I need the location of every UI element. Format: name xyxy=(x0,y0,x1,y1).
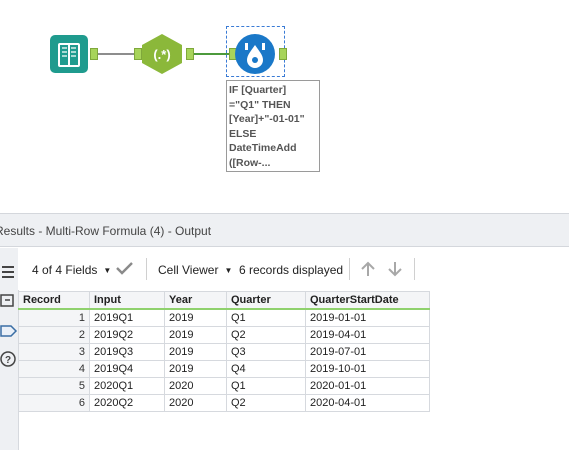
record-number: 5 xyxy=(18,377,90,395)
regex-tool[interactable]: (.*) xyxy=(140,33,184,75)
results-side-toolbar: ? xyxy=(0,248,19,450)
cell-year[interactable]: 2019 xyxy=(164,308,227,327)
chevron-down-icon: ▼ xyxy=(103,266,112,275)
cell-quarter[interactable]: Q2 xyxy=(226,394,306,412)
records-count: 6 records displayed xyxy=(239,263,344,277)
cell-year[interactable]: 2019 xyxy=(164,326,227,344)
multi-row-formula-icon xyxy=(245,43,265,68)
viewer-label: Cell Viewer xyxy=(158,263,219,277)
table-row[interactable]: 1 2019Q1 2019 Q1 2019-01-01 xyxy=(18,308,430,327)
table-row[interactable]: 2 2019Q2 2019 Q2 2019-04-01 xyxy=(18,326,430,344)
column-header-input[interactable]: Input xyxy=(89,291,165,310)
list-icon[interactable] xyxy=(0,263,18,283)
column-header-quarter[interactable]: Quarter xyxy=(226,291,306,310)
regex-icon: (.*) xyxy=(142,34,182,74)
tag-icon[interactable] xyxy=(0,321,18,341)
help-icon[interactable]: ? xyxy=(0,349,18,369)
toolbar-divider xyxy=(146,258,147,280)
cell-quarter[interactable]: Q1 xyxy=(226,308,306,327)
table-row[interactable]: 4 2019Q4 2019 Q4 2019-10-01 xyxy=(18,360,430,378)
column-header-quarterstartdate[interactable]: QuarterStartDate xyxy=(305,291,430,310)
table-row[interactable]: 5 2020Q1 2020 Q1 2020-01-01 xyxy=(18,377,430,395)
arrow-up-icon[interactable] xyxy=(359,260,377,281)
chevron-down-icon: ▼ xyxy=(224,266,233,275)
cell-quarter[interactable]: Q3 xyxy=(226,343,306,361)
cell-input[interactable]: 2019Q3 xyxy=(89,343,165,361)
cell-year[interactable]: 2020 xyxy=(164,394,227,412)
cell-quarterstartdate[interactable]: 2020-04-01 xyxy=(305,394,430,412)
toolbar-divider xyxy=(349,258,350,280)
cell-year[interactable]: 2019 xyxy=(164,343,227,361)
cell-viewer-dropdown[interactable]: Cell Viewer ▼ xyxy=(158,263,232,277)
record-number: 2 xyxy=(18,326,90,344)
cell-year[interactable]: 2020 xyxy=(164,377,227,395)
cell-quarterstartdate[interactable]: 2019-07-01 xyxy=(305,343,430,361)
column-header-year[interactable]: Year xyxy=(164,291,227,310)
multi-row-formula-tool[interactable] xyxy=(235,34,275,74)
table-header-row: Record Input Year Quarter QuarterStartDa… xyxy=(18,291,430,310)
input-data-tool[interactable] xyxy=(50,35,88,73)
fields-dropdown[interactable]: 4 of 4 Fields ▼ xyxy=(32,263,111,277)
connection-line xyxy=(98,53,136,55)
cell-quarterstartdate[interactable]: 2019-01-01 xyxy=(305,308,430,327)
column-header-record[interactable]: Record xyxy=(18,291,90,310)
cell-quarter[interactable]: Q1 xyxy=(226,377,306,395)
cell-quarter[interactable]: Q2 xyxy=(226,326,306,344)
output-anchor[interactable] xyxy=(279,48,287,60)
toolbar-divider xyxy=(414,258,415,280)
results-table: Record Input Year Quarter QuarterStartDa… xyxy=(18,291,430,412)
cell-input[interactable]: 2019Q1 xyxy=(89,308,165,327)
connection-line xyxy=(194,53,230,55)
cell-input[interactable]: 2019Q4 xyxy=(89,360,165,378)
results-toolbar: 4 of 4 Fields ▼ Cell Viewer ▼ 6 records di… xyxy=(18,248,569,290)
data-icon[interactable] xyxy=(0,291,18,311)
cell-input[interactable]: 2020Q1 xyxy=(89,377,165,395)
svg-text:?: ? xyxy=(5,355,11,366)
cell-input[interactable]: 2019Q2 xyxy=(89,326,165,344)
output-anchor[interactable] xyxy=(186,48,194,60)
tool-annotation: IF [Quarter] ="Q1" THEN [Year]+"-01-01" … xyxy=(226,80,320,172)
arrow-down-icon[interactable] xyxy=(386,260,404,281)
cell-quarterstartdate[interactable]: 2019-10-01 xyxy=(305,360,430,378)
check-icon[interactable] xyxy=(115,260,135,279)
table-row[interactable]: 3 2019Q3 2019 Q3 2019-07-01 xyxy=(18,343,430,361)
cell-input[interactable]: 2020Q2 xyxy=(89,394,165,412)
results-title-bar: Results - Multi-Row Formula (4) - Output xyxy=(0,213,569,247)
cell-quarterstartdate[interactable]: 2020-01-01 xyxy=(305,377,430,395)
workflow-canvas[interactable]: (.*) IF [Quarter] ="Q1" THEN [Year]+"-01… xyxy=(0,0,569,213)
output-anchor[interactable] xyxy=(90,48,98,60)
fields-label: 4 of 4 Fields xyxy=(32,263,98,277)
results-title: Results - Multi-Row Formula (4) - Output xyxy=(0,224,212,238)
cell-year[interactable]: 2019 xyxy=(164,360,227,378)
svg-text:(.*): (.*) xyxy=(153,47,170,62)
record-number: 1 xyxy=(18,308,90,327)
record-number: 3 xyxy=(18,343,90,361)
record-number: 4 xyxy=(18,360,90,378)
book-icon xyxy=(58,43,80,67)
table-row[interactable]: 6 2020Q2 2020 Q2 2020-04-01 xyxy=(18,394,430,412)
cell-quarterstartdate[interactable]: 2019-04-01 xyxy=(305,326,430,344)
record-number: 6 xyxy=(18,394,90,412)
cell-quarter[interactable]: Q4 xyxy=(226,360,306,378)
